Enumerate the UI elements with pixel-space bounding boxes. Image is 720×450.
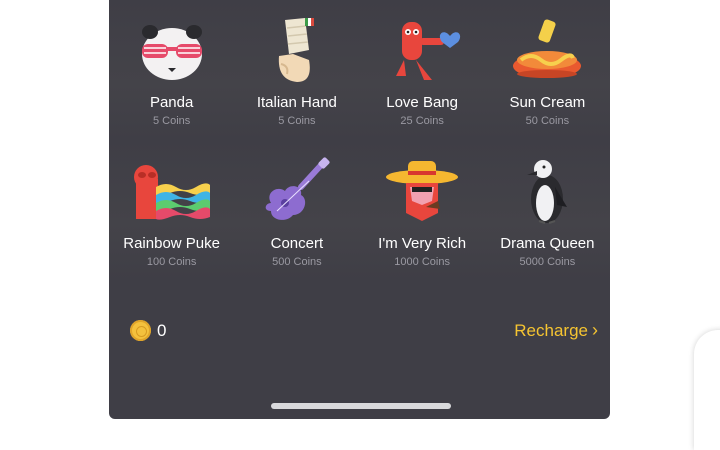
- gift-price: 100 Coins: [146, 256, 197, 268]
- penguin-icon: [527, 160, 568, 224]
- recharge-button[interactable]: Recharge ›: [514, 320, 598, 341]
- gift-name: Italian Hand: [256, 94, 337, 111]
- gift-item-im-very-rich[interactable]: I'm Very Rich 1000 Coins: [360, 140, 485, 280]
- rich-hat-icon: [386, 161, 459, 221]
- gift-price: 5 Coins: [278, 115, 316, 127]
- gift-price: 25 Coins: [400, 115, 444, 127]
- gift-grid: Panda 5 Coins Italian Hand 5 Coins Love …: [109, 0, 610, 280]
- gift-item-drama-queen[interactable]: Drama Queen 5000 Coins: [485, 140, 610, 280]
- gift-name: Love Bang: [386, 94, 458, 111]
- gift-item-rainbow-puke[interactable]: Rainbow Puke 100 Coins: [109, 140, 234, 280]
- love-bang-icon: [396, 22, 461, 80]
- sun-cream-icon: [513, 19, 582, 78]
- gift-item-sun-cream[interactable]: Sun Cream 50 Coins: [485, 0, 610, 140]
- gift-price: 500 Coins: [272, 256, 322, 268]
- coin-balance-value: 0: [157, 320, 167, 340]
- gift-item-panda[interactable]: Panda 5 Coins: [109, 0, 234, 140]
- gift-price: 5000 Coins: [519, 256, 576, 268]
- background-card: [694, 330, 720, 450]
- home-indicator[interactable]: [271, 403, 451, 409]
- gift-price: 1000 Coins: [394, 256, 450, 268]
- gift-price: 50 Coins: [525, 115, 570, 127]
- panda-sunglasses-icon: [141, 25, 202, 80]
- gift-item-concert[interactable]: Concert 500 Coins: [234, 140, 359, 280]
- gift-name: I'm Very Rich: [378, 235, 467, 252]
- coin-icon: [130, 320, 151, 341]
- gift-item-italian-hand[interactable]: Italian Hand 5 Coins: [234, 0, 359, 140]
- gift-name: Panda: [149, 94, 194, 111]
- gift-name: Drama Queen: [500, 235, 595, 252]
- gift-name: Rainbow Puke: [123, 235, 220, 252]
- rainbow-puke-icon: [133, 165, 210, 220]
- gift-panel: Panda 5 Coins Italian Hand 5 Coins Love …: [109, 0, 610, 419]
- coin-balance: 0: [130, 320, 166, 341]
- gift-item-love-bang[interactable]: Love Bang 25 Coins: [360, 0, 485, 140]
- gift-price: 5 Coins: [152, 115, 191, 127]
- recharge-label: Recharge: [514, 320, 588, 340]
- italian-hand-icon: [278, 18, 314, 82]
- chevron-right-icon: ›: [592, 320, 598, 340]
- gift-name: Concert: [270, 235, 324, 252]
- guitar-icon: [265, 157, 330, 220]
- gift-name: Sun Cream: [509, 94, 586, 111]
